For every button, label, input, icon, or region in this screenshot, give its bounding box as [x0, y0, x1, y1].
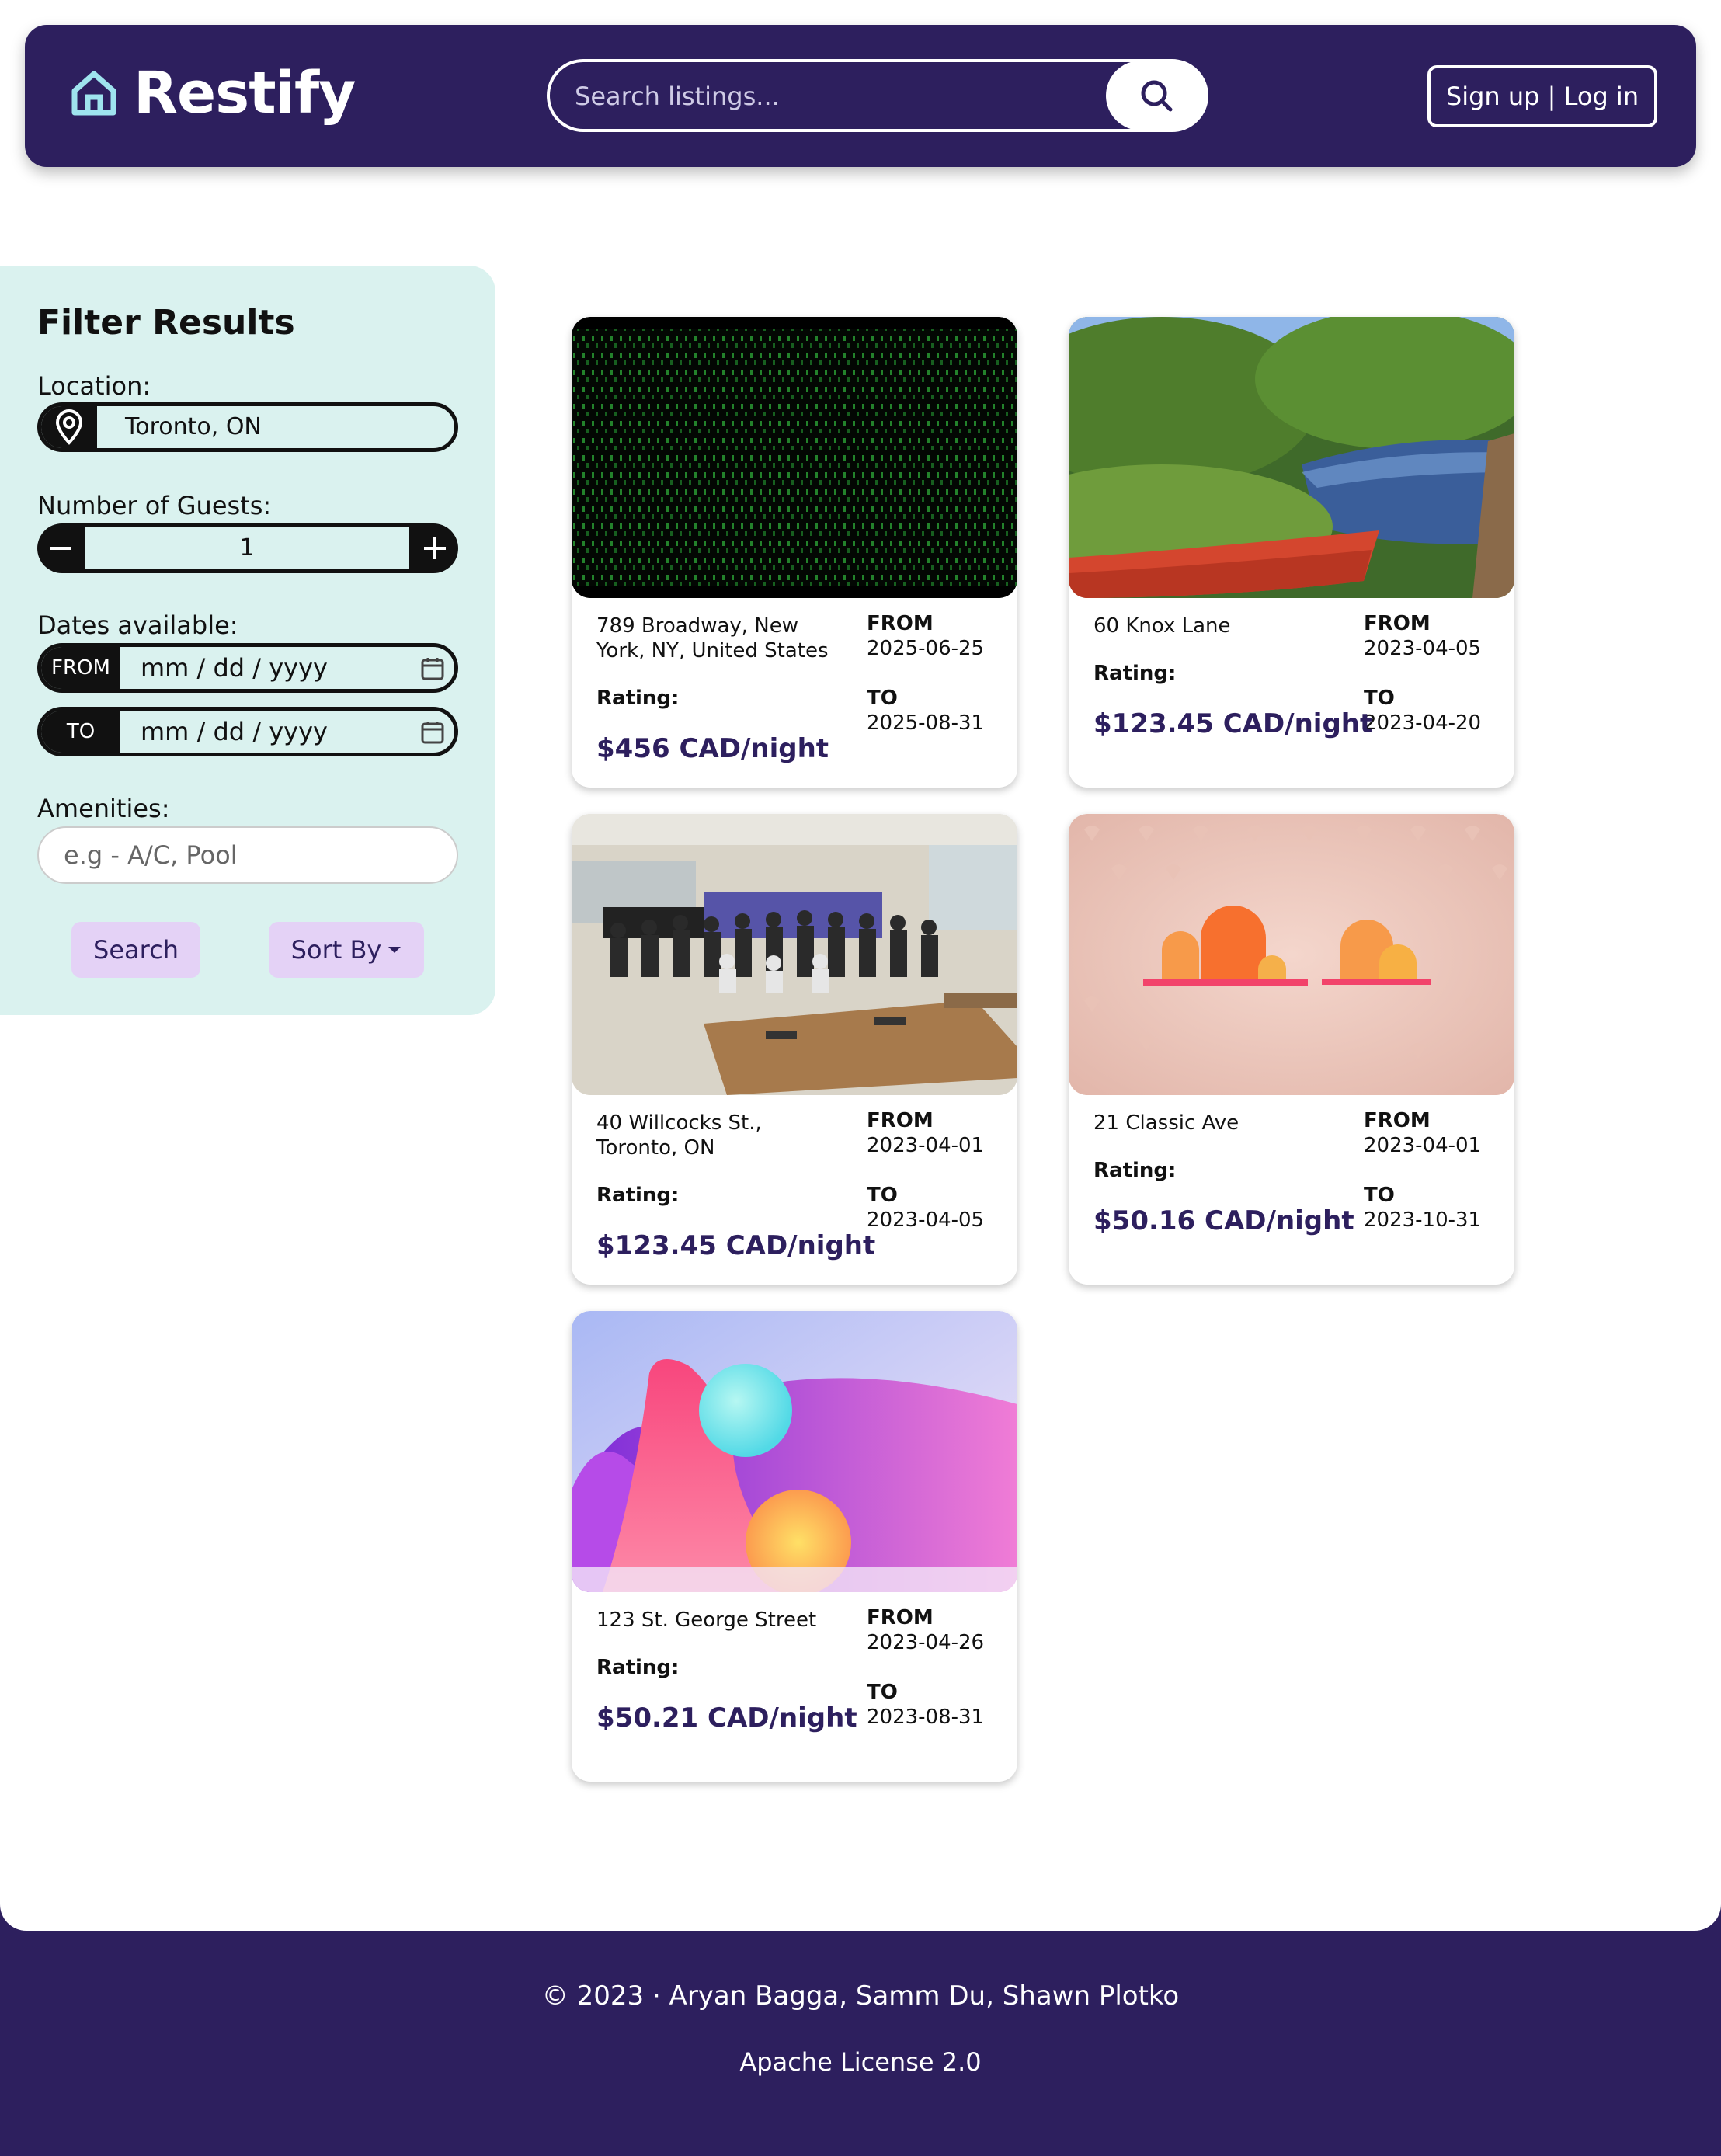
- to-date: 2023-08-31: [867, 1706, 985, 1729]
- search-button[interactable]: [1106, 61, 1207, 130]
- home-icon: [71, 71, 116, 116]
- from-tag: FROM: [41, 647, 120, 689]
- from-date: 2023-04-26: [867, 1631, 985, 1654]
- listing-price: $456 CAD/night: [596, 733, 829, 764]
- kayak-river-image: [1069, 317, 1514, 598]
- shelves-wallpaper-image: [1069, 814, 1514, 1095]
- from-date: 2023-04-01: [867, 1134, 985, 1157]
- minus-icon[interactable]: [37, 523, 84, 573]
- to-label: TO: [867, 1184, 898, 1207]
- sort-by-dropdown[interactable]: Sort By: [269, 922, 424, 978]
- from-date: 2023-04-01: [1364, 1134, 1482, 1157]
- to-label: TO: [1364, 687, 1395, 710]
- listing-card[interactable]: 60 Knox Lane FROM 2023-04-05 TO 2023-04-…: [1069, 317, 1514, 788]
- listing-card[interactable]: 40 Willcocks St., Toronto, ON FROM 2023-…: [572, 814, 1017, 1285]
- search-input[interactable]: [573, 62, 1073, 130]
- to-date-placeholder: mm / dd / yyyy: [141, 717, 328, 746]
- to-label: TO: [1364, 1184, 1395, 1207]
- from-date: 2023-04-05: [1364, 637, 1482, 660]
- to-date: 2023-10-31: [1364, 1208, 1482, 1232]
- search-bar: [547, 59, 1208, 132]
- listing-address: 123 St. George Street: [596, 1608, 817, 1632]
- to-label: TO: [867, 687, 898, 710]
- location-value: Toronto, ON: [125, 413, 262, 440]
- listing-card[interactable]: 123 St. George Street FROM 2023-04-26 TO…: [572, 1311, 1017, 1782]
- listing-address: 21 Classic Ave: [1093, 1111, 1239, 1135]
- listing-address: 789 Broadway, New York, NY, United State…: [596, 614, 829, 662]
- from-date-placeholder: mm / dd / yyyy: [141, 653, 328, 683]
- from-label: FROM: [1364, 612, 1431, 635]
- rating-label: Rating:: [1093, 662, 1177, 685]
- group-photo-image: [572, 814, 1017, 1095]
- from-label: FROM: [1364, 1109, 1431, 1132]
- to-date: 2025-08-31: [867, 711, 985, 735]
- location-field[interactable]: Toronto, ON: [37, 402, 458, 452]
- to-date-field[interactable]: TO mm / dd / yyyy: [37, 707, 458, 756]
- amenities-label: Amenities:: [37, 794, 170, 823]
- amenities-input[interactable]: e.g - A/C, Pool: [37, 826, 458, 884]
- caret-down-icon: [388, 947, 402, 953]
- abstract-wallpaper-image: [572, 1311, 1017, 1592]
- navbar: Restify Sign up | Log in: [25, 25, 1696, 167]
- to-date: 2023-04-05: [867, 1208, 985, 1232]
- plus-icon[interactable]: [412, 523, 458, 573]
- listing-card[interactable]: 21 Classic Ave FROM 2023-04-01 TO 2023-1…: [1069, 814, 1514, 1285]
- listing-price: $50.16 CAD/night: [1093, 1205, 1354, 1236]
- to-date: 2023-04-20: [1364, 711, 1482, 735]
- listing-address: 60 Knox Lane: [1093, 614, 1231, 638]
- to-label: TO: [867, 1681, 898, 1704]
- filter-title: Filter Results: [37, 303, 295, 343]
- calendar-icon[interactable]: [420, 656, 445, 681]
- footer-copyright: © 2023 · Aryan Bagga, Samm Du, Shawn Plo…: [541, 1980, 1180, 2012]
- listing-card[interactable]: 789 Broadway, New York, NY, United State…: [572, 317, 1017, 788]
- brand[interactable]: Restify: [68, 54, 356, 132]
- rating-label: Rating:: [1093, 1159, 1177, 1182]
- search-icon: [1141, 80, 1173, 112]
- footer-license[interactable]: Apache License 2.0: [0, 2047, 1721, 2077]
- from-label: FROM: [867, 612, 934, 635]
- guests-stepper: 1: [37, 523, 458, 573]
- rating-label: Rating:: [596, 1184, 680, 1207]
- location-label: Location:: [37, 371, 151, 401]
- location-pin-icon: [41, 406, 97, 448]
- from-label: FROM: [867, 1109, 934, 1132]
- listing-address: 40 Willcocks St., Toronto, ON: [596, 1111, 762, 1160]
- filter-sidebar: Filter Results Location: Toronto, ON Num…: [0, 266, 495, 1015]
- search-filter-label: Search: [93, 935, 179, 965]
- listing-price: $123.45 CAD/night: [1093, 708, 1373, 739]
- from-date: 2025-06-25: [867, 637, 985, 660]
- calendar-icon[interactable]: [420, 720, 445, 745]
- guests-label: Number of Guests:: [37, 491, 272, 520]
- rating-label: Rating:: [596, 1656, 680, 1679]
- matrix-code-image: [572, 317, 1017, 598]
- from-date-field[interactable]: FROM mm / dd / yyyy: [37, 643, 458, 693]
- signup-login-button[interactable]: Sign up | Log in: [1427, 65, 1657, 127]
- from-label: FROM: [867, 1606, 934, 1629]
- brand-name: Restify: [134, 60, 356, 127]
- listing-price: $123.45 CAD/night: [596, 1230, 876, 1261]
- to-tag: TO: [41, 711, 120, 753]
- search-filter-button[interactable]: Search: [71, 922, 200, 978]
- dates-label: Dates available:: [37, 610, 238, 640]
- rating-label: Rating:: [596, 687, 680, 710]
- sort-by-label: Sort By: [290, 935, 382, 965]
- guests-value[interactable]: 1: [85, 527, 409, 569]
- listing-price: $50.21 CAD/night: [596, 1702, 857, 1733]
